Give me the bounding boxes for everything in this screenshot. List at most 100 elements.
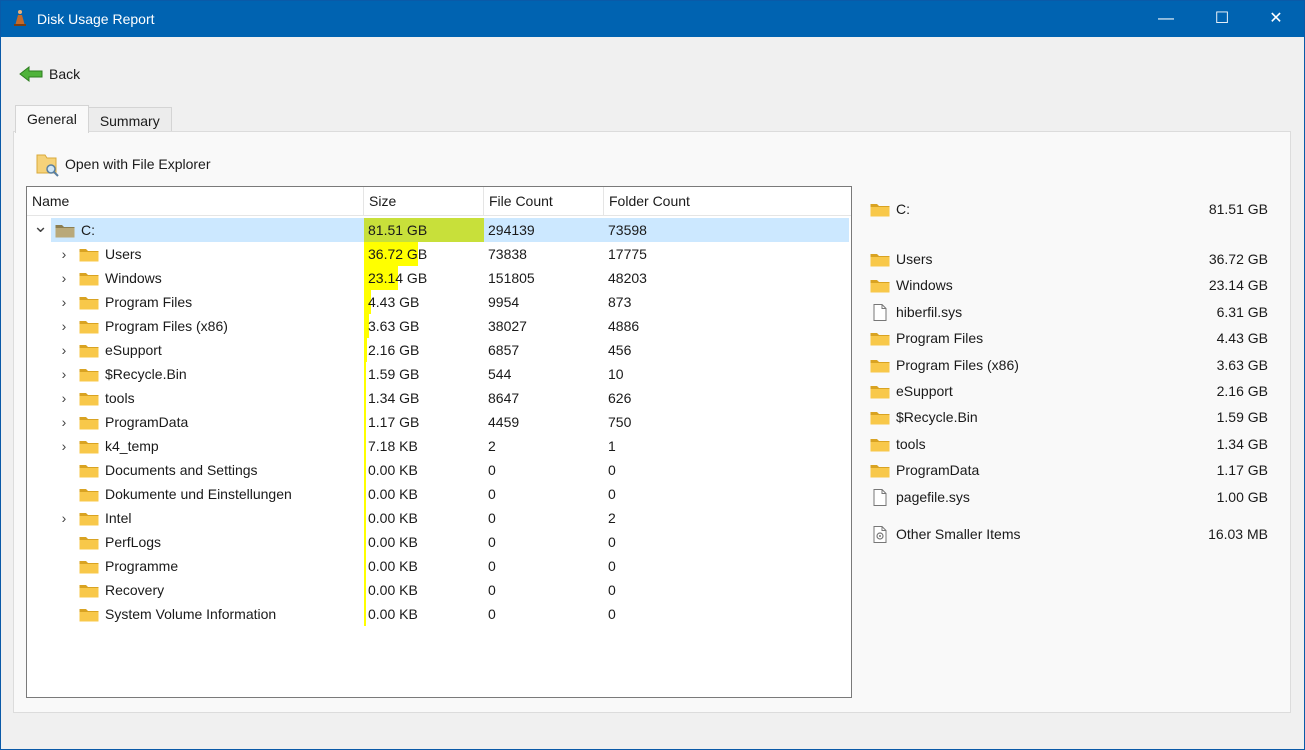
folder-icon bbox=[79, 537, 99, 550]
tree-row[interactable]: › Program Files (x86) 3.63 GB 38027 4886 bbox=[27, 314, 851, 338]
tree-row-folder-count: 4886 bbox=[608, 318, 640, 334]
tree-row-name: ProgramData bbox=[105, 414, 189, 430]
summary-item: eSupport 2.16 GB bbox=[866, 380, 1276, 402]
back-label: Back bbox=[49, 66, 81, 82]
tree-row-name: Dokumente und Einstellungen bbox=[105, 486, 292, 502]
tree-row-name: eSupport bbox=[105, 342, 162, 358]
summary-item-size: 23.14 GB bbox=[1208, 277, 1268, 294]
tree-row-folder-count: 0 bbox=[608, 534, 616, 550]
folder-icon bbox=[870, 333, 890, 346]
folder-icon bbox=[870, 280, 890, 293]
tree-row-folder-count: 10 bbox=[608, 366, 624, 382]
tree-row-size: 0.00 KB bbox=[368, 510, 418, 526]
tree-row-name: Programme bbox=[105, 558, 179, 574]
summary-item: Other Smaller Items 16.03 MB bbox=[866, 523, 1276, 545]
tab-summary[interactable]: Summary bbox=[87, 107, 172, 132]
summary-item-size: 4.43 GB bbox=[1216, 330, 1268, 347]
chevron-right-icon[interactable]: › bbox=[57, 386, 71, 410]
folder-icon bbox=[79, 345, 99, 358]
chevron-right-icon[interactable]: › bbox=[57, 434, 71, 458]
tree-row[interactable]: Programme 0.00 KB 0 0 bbox=[27, 554, 851, 578]
tree-row-file-count: 0 bbox=[488, 582, 496, 598]
tree-row-name: Recovery bbox=[105, 582, 165, 598]
chevron-down-icon[interactable]: ⌄ bbox=[33, 217, 48, 242]
column-header-size[interactable]: Size bbox=[364, 187, 484, 216]
folder-icon bbox=[79, 561, 99, 574]
minimize-button[interactable]: — bbox=[1141, 1, 1191, 37]
tree-row[interactable]: PerfLogs 0.00 KB 0 0 bbox=[27, 530, 851, 554]
summary-item-size: 81.51 GB bbox=[1208, 201, 1268, 217]
close-button[interactable]: ✕ bbox=[1251, 1, 1301, 37]
folder-icon bbox=[870, 465, 890, 478]
tree-row[interactable]: Documents and Settings 0.00 KB 0 0 bbox=[27, 458, 851, 482]
tree-row-folder-count: 873 bbox=[608, 294, 632, 310]
open-with-file-explorer-button[interactable]: Open with File Explorer bbox=[36, 150, 211, 178]
tree-row[interactable]: › Program Files 4.43 GB 9954 873 bbox=[27, 290, 851, 314]
tree-row-folder-count: 626 bbox=[608, 390, 632, 406]
folder-icon bbox=[79, 417, 99, 430]
summary-item: $Recycle.Bin 1.59 GB bbox=[866, 406, 1276, 428]
tree-row[interactable]: Recovery 0.00 KB 0 0 bbox=[27, 578, 851, 602]
tab-general[interactable]: General bbox=[15, 105, 89, 133]
maximize-button[interactable]: ☐ bbox=[1197, 1, 1247, 37]
chevron-right-icon[interactable]: › bbox=[57, 242, 71, 266]
summary-item: pagefile.sys 1.00 GB bbox=[866, 486, 1276, 508]
tree-row-size: 0.00 KB bbox=[368, 486, 418, 502]
back-button[interactable]: Back bbox=[19, 61, 80, 87]
chevron-right-icon[interactable]: › bbox=[57, 338, 71, 362]
title-bar[interactable]: Disk Usage Report — ☐ ✕ bbox=[1, 1, 1304, 37]
tree-row[interactable]: ⌄ C: 81.51 GB 294139 73598 bbox=[27, 217, 851, 242]
folder-tree[interactable]: Name Size File Count Folder Count ⌄ C: 81.… bbox=[26, 186, 852, 698]
open-with-file-explorer-label: Open with File Explorer bbox=[65, 156, 211, 172]
chevron-right-icon[interactable]: › bbox=[57, 506, 71, 530]
column-header-name[interactable]: Name bbox=[27, 187, 364, 216]
summary-item-name: ProgramData bbox=[896, 462, 980, 479]
folder-icon bbox=[79, 369, 99, 382]
tree-row-size: 1.17 GB bbox=[368, 414, 420, 430]
folder-icon bbox=[870, 204, 890, 217]
summary-item-name: Other Smaller Items bbox=[896, 526, 1021, 542]
tree-row[interactable]: › k4_temp 7.18 KB 2 1 bbox=[27, 434, 851, 458]
chevron-right-icon[interactable]: › bbox=[57, 362, 71, 386]
tree-row[interactable]: › ProgramData 1.17 GB 4459 750 bbox=[27, 410, 851, 434]
tree-row[interactable]: › Windows 23.14 GB 151805 48203 bbox=[27, 266, 851, 290]
summary-item-size: 16.03 MB bbox=[1208, 526, 1268, 542]
chevron-right-icon[interactable]: › bbox=[57, 266, 71, 290]
tree-row-file-count: 151805 bbox=[488, 270, 535, 286]
tree-row-name: $Recycle.Bin bbox=[105, 366, 187, 382]
chevron-right-icon[interactable]: › bbox=[57, 410, 71, 434]
chevron-right-icon[interactable]: › bbox=[57, 314, 71, 338]
tree-row-file-count: 0 bbox=[488, 558, 496, 574]
tree-row[interactable]: › Intel 0.00 KB 0 2 bbox=[27, 506, 851, 530]
tree-row-file-count: 0 bbox=[488, 462, 496, 478]
file-icon bbox=[873, 488, 887, 506]
column-header-folder-count[interactable]: Folder Count bbox=[604, 187, 851, 216]
column-header-file-count[interactable]: File Count bbox=[484, 187, 604, 216]
tree-row-size: 0.00 KB bbox=[368, 534, 418, 550]
tree-row[interactable]: › tools 1.34 GB 8647 626 bbox=[27, 386, 851, 410]
tree-row[interactable]: › eSupport 2.16 GB 6857 456 bbox=[27, 338, 851, 362]
tree-row[interactable]: › Users 36.72 GB 73838 17775 bbox=[27, 242, 851, 266]
tree-row-file-count: 73838 bbox=[488, 246, 527, 262]
folder-icon bbox=[79, 393, 99, 406]
tree-row-size: 1.34 GB bbox=[368, 390, 420, 406]
tree-row-folder-count: 2 bbox=[608, 510, 616, 526]
tree-row-file-count: 6857 bbox=[488, 342, 520, 358]
tree-row[interactable]: › $Recycle.Bin 1.59 GB 544 10 bbox=[27, 362, 851, 386]
size-bar bbox=[364, 434, 366, 458]
tree-row-name: k4_temp bbox=[105, 438, 159, 454]
tree-row-name: PerfLogs bbox=[105, 534, 162, 550]
chevron-right-icon[interactable]: › bbox=[57, 290, 71, 314]
tree-row-file-count: 0 bbox=[488, 486, 496, 502]
tree-row[interactable]: Dokumente und Einstellungen 0.00 KB 0 0 bbox=[27, 482, 851, 506]
summary-item-size: 1.34 GB bbox=[1216, 435, 1268, 452]
tree-row-file-count: 0 bbox=[488, 606, 496, 622]
tree-row-folder-count: 0 bbox=[608, 582, 616, 598]
tree-row-size: 0.00 KB bbox=[368, 606, 418, 622]
tree-row[interactable]: System Volume Information 0.00 KB 0 0 bbox=[27, 602, 851, 626]
summary-item: Program Files 4.43 GB bbox=[866, 327, 1276, 349]
gear-file-icon bbox=[873, 526, 887, 543]
folder-icon bbox=[870, 359, 890, 373]
tree-row-name: Windows bbox=[105, 270, 162, 286]
tree-row-file-count: 8647 bbox=[488, 390, 520, 406]
